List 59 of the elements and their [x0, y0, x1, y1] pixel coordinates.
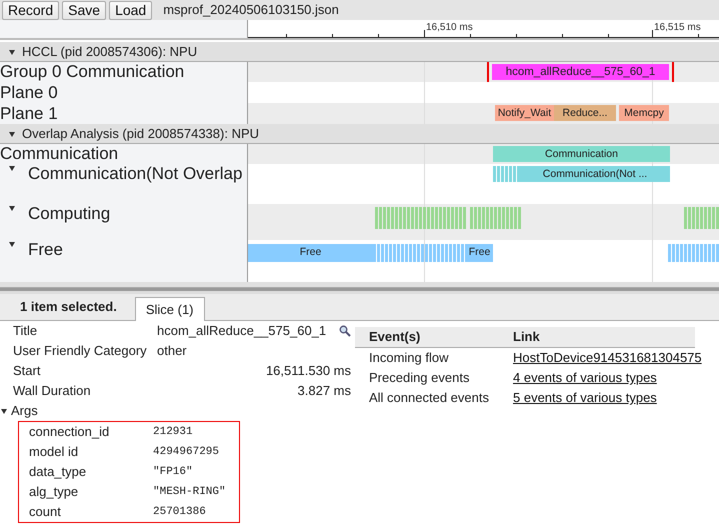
toolbar-button[interactable]: Load — [109, 0, 152, 20]
track-name: Free — [28, 240, 63, 260]
arg-value: 212931 — [153, 425, 193, 440]
detail-label: User Friendly Category — [13, 342, 148, 360]
slice[interactable]: Notify_Wait — [495, 105, 554, 121]
search-icon[interactable] — [339, 325, 351, 337]
slice[interactable]: Communication — [493, 146, 670, 162]
panel-tab[interactable]: Slice (1) — [134, 296, 205, 321]
slice[interactable]: Free — [466, 244, 493, 262]
event-link[interactable]: HostToDevice914531681304575 — [513, 348, 702, 368]
arg-label: alg_type — [29, 483, 80, 501]
detail-label: Start — [13, 362, 42, 380]
track-name: Communication — [0, 144, 118, 164]
args-label: Args — [11, 402, 38, 420]
track-name: Computing — [28, 204, 110, 224]
detail-label: Title — [13, 322, 38, 340]
toolbar-button[interactable]: Record — [2, 0, 60, 20]
slice[interactable]: Communication(Not ... — [520, 166, 670, 182]
process-header[interactable]: HCCL (pid 2008574306): NPU — [0, 42, 719, 62]
track-name: Group 0 Communication — [0, 62, 184, 82]
process-header[interactable]: Overlap Analysis (pid 2008574338): NPU — [0, 124, 719, 144]
tick-label: 16,510 ms — [426, 21, 473, 35]
column-header: Event(s) — [369, 328, 422, 346]
event-label: All connected events — [369, 389, 490, 407]
track-name: Plane 1 — [0, 104, 58, 124]
detail-value: 3.827 ms — [298, 382, 352, 400]
slice[interactable]: Memcpy — [619, 105, 669, 121]
tick-label: 16,515 ms — [654, 21, 701, 35]
track-name: Plane 0 — [0, 82, 58, 102]
detail-value: hcom_allReduce__575_60_1 — [157, 322, 326, 340]
detail-label: Wall Duration — [13, 382, 92, 400]
process-title: HCCL (pid 2008574306): NPU — [22, 42, 198, 61]
slice[interactable]: Reduce... — [554, 105, 616, 121]
event-link[interactable]: 4 events of various types — [513, 368, 657, 388]
event-link[interactable]: 5 events of various types — [513, 388, 657, 408]
expand-icon[interactable] — [8, 48, 16, 56]
file-name: msprof_20240506103150.json — [163, 1, 339, 20]
arg-value: "FP16" — [153, 465, 193, 480]
arg-value: 4294967295 — [153, 445, 220, 460]
slice-stripes-drawing — [493, 166, 520, 182]
selection-summary: 1 item selected. — [20, 298, 117, 316]
column-header: Link — [513, 328, 540, 346]
arg-label: connection_id — [29, 423, 110, 441]
toolbar-button[interactable]: Save — [62, 0, 106, 20]
arg-label: data_type — [29, 463, 88, 481]
arg-label: model id — [29, 443, 80, 461]
process-title: Overlap Analysis (pid 2008574338): NPU — [22, 124, 260, 143]
expand-icon[interactable] — [8, 130, 16, 138]
slice[interactable]: Free — [248, 244, 373, 262]
event-label: Preceding events — [369, 369, 470, 387]
selected-slice[interactable]: hcom_allReduce__575_60_1 — [492, 64, 669, 80]
detail-value: 16,511.530 ms — [266, 362, 352, 380]
detail-value: other — [157, 342, 187, 360]
arg-label: count — [29, 503, 62, 521]
event-label: Incoming flow — [369, 349, 450, 367]
arg-value: "MESH-RING" — [153, 485, 226, 500]
arg-value: 25701386 — [153, 505, 206, 520]
track-name: Communication(Not Overlap — [28, 164, 242, 184]
expand-icon[interactable] — [0, 407, 8, 415]
